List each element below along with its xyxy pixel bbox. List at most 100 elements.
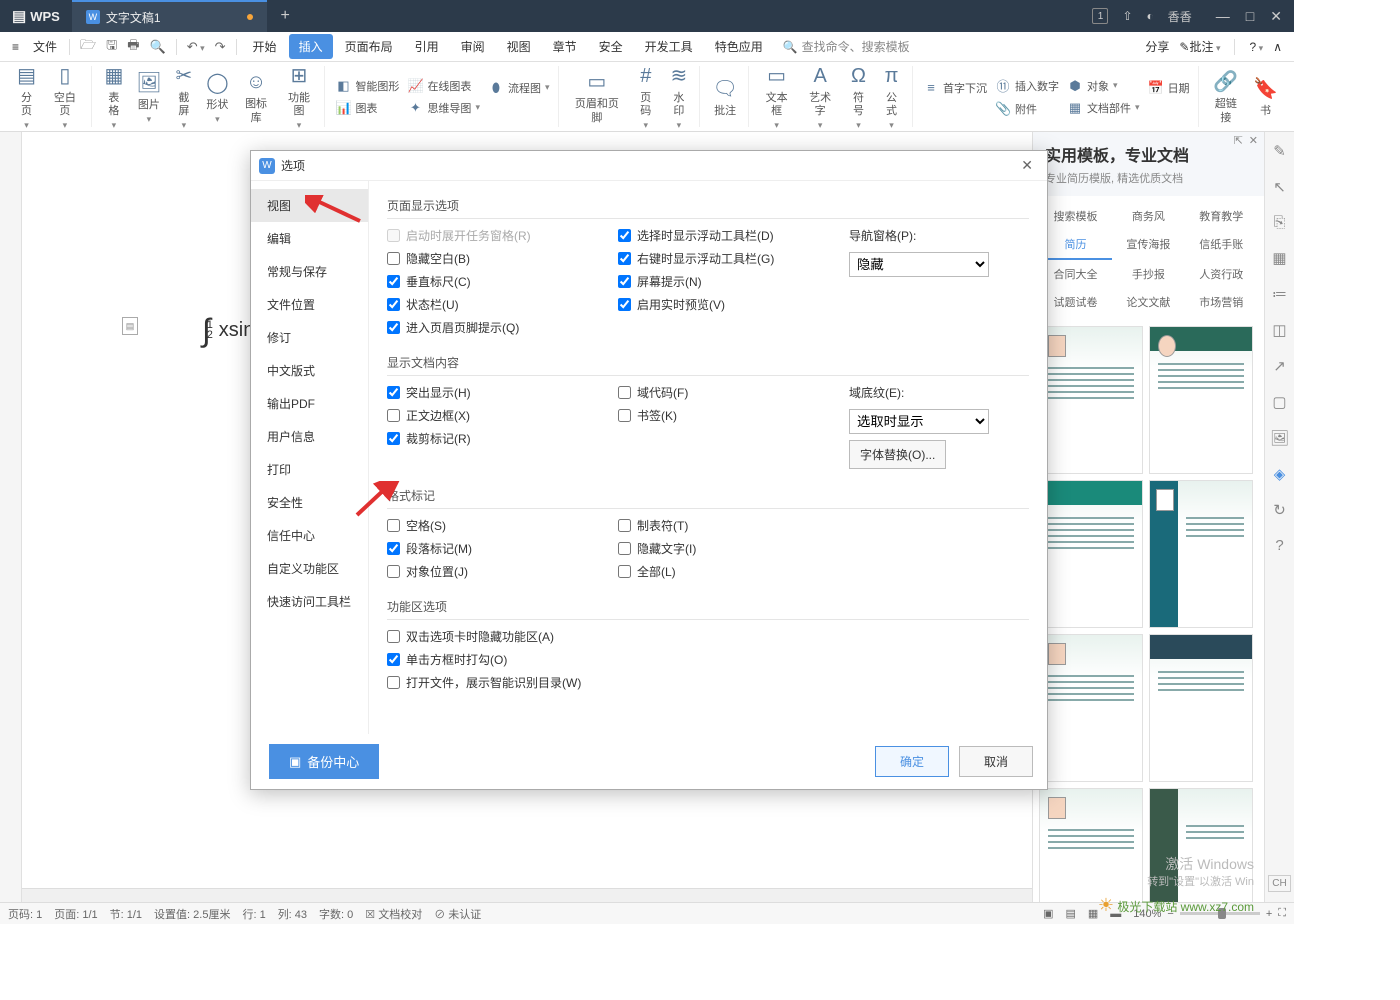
- menu-view[interactable]: 视图: [497, 34, 541, 59]
- nav-userinfo[interactable]: 用户信息: [251, 420, 368, 453]
- table-button[interactable]: ▦表格: [98, 60, 131, 133]
- status-auth[interactable]: ⊘ 未认证: [434, 906, 481, 922]
- select-icon[interactable]: ↖: [1273, 178, 1286, 196]
- option-checkbox[interactable]: 对象位置(J): [387, 563, 618, 580]
- panel-tab[interactable]: 合同大全: [1039, 260, 1112, 288]
- fullscreen-icon[interactable]: ⛶: [1278, 907, 1286, 920]
- panel-tab[interactable]: 教育教学: [1185, 202, 1258, 230]
- checkbox-input[interactable]: [387, 298, 400, 311]
- nav-general[interactable]: 常规与保存: [251, 255, 368, 288]
- shading-select[interactable]: 选取时显示: [849, 409, 989, 434]
- redo-icon[interactable]: ↷: [211, 35, 230, 59]
- template-item[interactable]: [1149, 788, 1253, 902]
- status-proof[interactable]: ☒ 文档校对: [365, 906, 422, 922]
- nav-trust[interactable]: 信任中心: [251, 519, 368, 552]
- hyperlink-button[interactable]: 🔗超链接: [1205, 66, 1248, 126]
- command-search[interactable]: 🔍 查找命令、搜索模板: [783, 38, 910, 55]
- template-item[interactable]: [1039, 788, 1143, 902]
- table-sidebar-icon[interactable]: ▦: [1272, 249, 1286, 267]
- menu-review[interactable]: 审阅: [451, 34, 495, 59]
- option-checkbox[interactable]: 打开文件，展示智能识别目录(W): [387, 674, 1029, 691]
- ok-button[interactable]: 确定: [875, 746, 949, 777]
- option-checkbox[interactable]: 域代码(F): [618, 384, 849, 401]
- checkbox-input[interactable]: [387, 432, 400, 445]
- bookmark-button[interactable]: 🔖书: [1247, 73, 1284, 120]
- store-icon[interactable]: ⇧: [1122, 9, 1132, 23]
- template-item[interactable]: [1039, 480, 1143, 628]
- user-icon[interactable]: ◐: [1147, 9, 1154, 23]
- checkbox-input[interactable]: [387, 565, 400, 578]
- template-item[interactable]: [1149, 634, 1253, 782]
- template-icon[interactable]: ◈: [1274, 465, 1286, 483]
- document-tab[interactable]: W 文字文稿1: [72, 0, 267, 32]
- checkbox-input[interactable]: [618, 252, 631, 265]
- checkbox-input[interactable]: [387, 321, 400, 334]
- dropcap-button[interactable]: ≡首字下沉: [919, 78, 991, 98]
- menu-start[interactable]: 开始: [243, 34, 287, 59]
- panel-tab[interactable]: 搜索模板: [1039, 202, 1112, 230]
- link-icon[interactable]: ↗: [1273, 357, 1286, 375]
- status-words[interactable]: 字数: 0: [319, 906, 353, 922]
- media-icon[interactable]: ◫: [1272, 321, 1286, 339]
- symbol-button[interactable]: Ω符号: [842, 60, 875, 133]
- checkbox-input[interactable]: [387, 676, 400, 689]
- nav-edit[interactable]: 编辑: [251, 222, 368, 255]
- comment-button[interactable]: 🗨批注: [706, 73, 743, 120]
- smartart-button[interactable]: ⊞功能图: [278, 60, 321, 133]
- user-name[interactable]: 香香: [1168, 8, 1192, 25]
- attachment-button[interactable]: 📎附件: [991, 99, 1063, 119]
- nav-print[interactable]: 打印: [251, 453, 368, 486]
- settings-icon[interactable]: ≔: [1272, 285, 1287, 303]
- option-checkbox[interactable]: 隐藏空白(B): [387, 250, 618, 267]
- status-pages[interactable]: 页面: 1/1: [54, 906, 97, 922]
- nav-filelocation[interactable]: 文件位置: [251, 288, 368, 321]
- template-item[interactable]: [1149, 480, 1253, 628]
- image-icon[interactable]: 🖼: [1270, 429, 1289, 447]
- panel-tab[interactable]: 论文文献: [1112, 288, 1185, 316]
- checkbox-input[interactable]: [387, 630, 400, 643]
- hamburger-icon[interactable]: ≡: [6, 36, 25, 58]
- clipboard-icon[interactable]: ⎘: [1273, 214, 1285, 231]
- dialog-close-button[interactable]: ✕: [1015, 155, 1039, 176]
- formula-button[interactable]: π公式: [875, 60, 908, 133]
- option-checkbox[interactable]: 制表符(T): [618, 517, 849, 534]
- font-replace-button[interactable]: 字体替换(O)...: [849, 440, 946, 469]
- checkbox-input[interactable]: [618, 542, 631, 555]
- option-checkbox[interactable]: 启用实时预览(V): [618, 296, 849, 313]
- template-item[interactable]: [1149, 326, 1253, 474]
- zoom-in-icon[interactable]: +: [1266, 908, 1272, 920]
- checkbox-input[interactable]: [387, 653, 400, 666]
- option-checkbox[interactable]: 空格(S): [387, 517, 618, 534]
- pen-icon[interactable]: ✎: [1273, 142, 1286, 160]
- watermark-button[interactable]: ≋水印: [662, 60, 695, 133]
- nav-revision[interactable]: 修订: [251, 321, 368, 354]
- checkbox-input[interactable]: [618, 229, 631, 242]
- docparts-button[interactable]: ▦文档部件: [1063, 98, 1144, 118]
- print-icon[interactable]: 🖶: [123, 32, 143, 62]
- flowchart-button[interactable]: ⬮流程图: [484, 78, 554, 98]
- nav-pdf[interactable]: 输出PDF: [251, 387, 368, 420]
- option-checkbox[interactable]: 右键时显示浮动工具栏(G): [618, 250, 849, 267]
- panel-tab[interactable]: 市场营销: [1185, 288, 1258, 316]
- option-checkbox[interactable]: 书签(K): [618, 407, 849, 424]
- checkbox-input[interactable]: [618, 519, 631, 532]
- template-grid[interactable]: [1033, 322, 1264, 902]
- menu-security[interactable]: 安全: [589, 34, 633, 59]
- smart-graphic-button[interactable]: ◧智能图形: [331, 76, 403, 96]
- option-checkbox[interactable]: 双击选项卡时隐藏功能区(A): [387, 628, 1029, 645]
- checkbox-input[interactable]: [387, 409, 400, 422]
- status-col[interactable]: 列: 43: [278, 906, 307, 922]
- menu-insert[interactable]: 插入: [289, 34, 333, 59]
- checkbox-input[interactable]: [618, 565, 631, 578]
- option-checkbox[interactable]: 垂直标尺(C): [387, 273, 618, 290]
- menu-section[interactable]: 章节: [543, 34, 587, 59]
- cancel-button[interactable]: 取消: [959, 746, 1033, 777]
- minimize-icon[interactable]: —: [1216, 8, 1230, 25]
- checkbox-input[interactable]: [387, 542, 400, 555]
- status-line[interactable]: 行: 1: [242, 906, 265, 922]
- close-window-icon[interactable]: ✕: [1270, 8, 1282, 25]
- preview-icon[interactable]: 🔍: [146, 35, 170, 59]
- blank-page-button[interactable]: ▯空白页: [43, 60, 87, 133]
- view-mode3-icon[interactable]: ▦: [1088, 907, 1098, 920]
- date-button[interactable]: 📅日期: [1144, 78, 1194, 98]
